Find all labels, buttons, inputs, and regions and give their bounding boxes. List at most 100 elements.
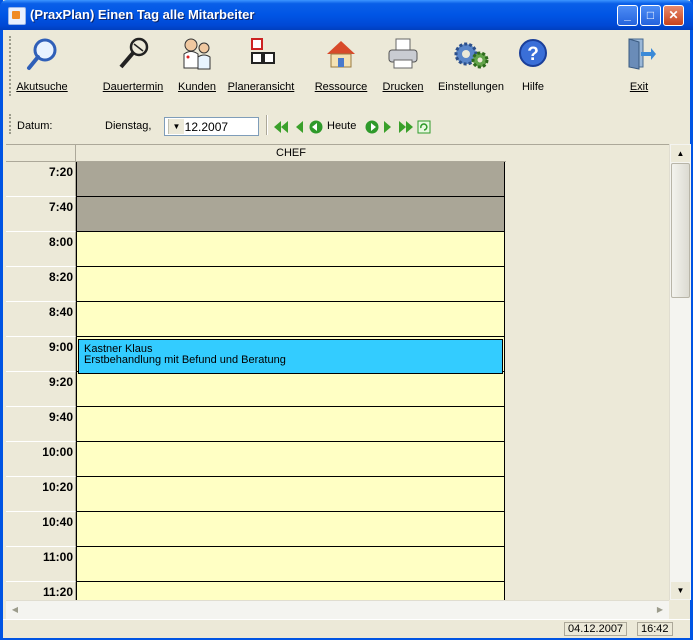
house-icon	[323, 36, 359, 72]
toolbar-planeransicht-button[interactable]: Planeransicht	[221, 36, 301, 93]
time-slot[interactable]	[76, 162, 505, 197]
next-day-button[interactable]	[383, 120, 393, 134]
time-slot[interactable]	[76, 582, 505, 601]
time-label: 11:00	[6, 547, 76, 582]
circle-arrow-right-icon	[365, 120, 379, 134]
maximize-button[interactable]: □	[640, 5, 661, 26]
time-label: 9:40	[6, 407, 76, 442]
time-label: 8:00	[6, 232, 76, 267]
main-toolbar: Akutsuche Dauertermin Kunden Planeransic…	[3, 30, 690, 108]
time-slot[interactable]	[76, 442, 505, 477]
help-icon: ?	[515, 36, 551, 72]
arrow-down-icon: ▼	[676, 586, 685, 595]
weekday-label: Dienstag,	[105, 120, 152, 132]
time-label: 10:00	[6, 442, 76, 477]
column-header-chef[interactable]: CHEF	[76, 145, 507, 162]
magnifier-icon	[24, 36, 60, 72]
toolbar-label: Dauertermin	[102, 81, 164, 93]
appointment-description: Erstbehandlung mit Befund und Beratung	[84, 354, 286, 366]
time-label: 10:40	[6, 512, 76, 547]
time-slot[interactable]	[76, 232, 505, 267]
time-slot[interactable]	[76, 267, 505, 302]
time-slot[interactable]	[76, 477, 505, 512]
toolbar-ressource-button[interactable]: Ressource	[308, 36, 374, 93]
toolbar-label: Hilfe	[521, 81, 544, 93]
toolbar-einstellungen-button[interactable]: Einstellungen	[433, 36, 509, 93]
time-slot[interactable]	[76, 512, 505, 547]
toolbar-kunden-button[interactable]: Kunden	[175, 36, 219, 93]
status-time: 16:42	[637, 622, 673, 636]
toolbar-label: Kunden	[178, 81, 216, 93]
date-label: Datum:	[17, 120, 53, 132]
people-icon	[179, 36, 215, 72]
minimize-button[interactable]: _	[617, 5, 638, 26]
toolbar-label: Ressource	[314, 81, 368, 93]
first-day-button[interactable]	[273, 120, 289, 134]
arrow-left-icon	[296, 121, 303, 133]
time-slot[interactable]	[76, 197, 505, 232]
time-slot[interactable]	[76, 372, 505, 407]
arrow-up-icon: ▲	[676, 149, 685, 158]
circle-arrow-left-icon	[309, 120, 323, 134]
exit-door-icon	[621, 36, 657, 72]
minimize-icon: _	[624, 8, 631, 22]
title-bar[interactable]: (PraxPlan) Einen Tag alle Mitarbeiter _ …	[0, 0, 693, 30]
refresh-icon	[417, 120, 431, 134]
toolbar-label: Planeransicht	[227, 81, 295, 93]
svg-text:?: ?	[527, 44, 539, 65]
pen-icon	[115, 36, 151, 72]
vertical-scrollbar[interactable]: ▲ ▼	[669, 144, 691, 600]
main-window: (PraxPlan) Einen Tag alle Mitarbeiter _ …	[0, 0, 693, 640]
date-picker[interactable]: 04.12.2007 ▼	[164, 117, 259, 136]
toolbar-exit-button[interactable]: Exit	[617, 36, 661, 93]
scroll-left-button[interactable]: ◀	[7, 602, 23, 618]
navbar-grip[interactable]	[9, 114, 14, 134]
status-date: 04.12.2007	[564, 622, 628, 636]
arrow-right-icon	[384, 121, 391, 133]
maximize-icon: □	[646, 8, 655, 22]
date-navigation-bar: Datum: Dienstag, 04.12.2007 ▼ Heute	[3, 110, 690, 138]
scroll-up-button[interactable]: ▲	[671, 145, 690, 162]
previous-day-button[interactable]	[294, 120, 304, 134]
back-button[interactable]	[309, 120, 323, 134]
close-icon: ✕	[668, 8, 679, 22]
time-slot[interactable]	[76, 302, 505, 337]
time-label: 9:00	[6, 337, 76, 372]
toolbar-hilfe-button[interactable]: ? Hilfe	[511, 36, 555, 93]
scroll-down-button[interactable]: ▼	[671, 582, 690, 599]
time-slot[interactable]	[76, 407, 505, 442]
double-arrow-right-icon	[399, 121, 413, 133]
toolbar-label: Einstellungen	[437, 81, 505, 93]
time-label: 7:20	[6, 162, 76, 197]
time-slot[interactable]	[76, 547, 505, 582]
navbar-separator	[266, 115, 268, 135]
status-bar: 04.12.2007 16:42	[3, 619, 690, 638]
toolbar-label: Drucken	[382, 81, 424, 93]
toolbar-akutsuche-button[interactable]: Akutsuche	[12, 36, 72, 93]
toolbar-label: Exit	[629, 81, 649, 93]
time-label: 10:20	[6, 477, 76, 512]
gears-icon	[453, 36, 489, 72]
refresh-button[interactable]	[417, 120, 431, 134]
double-arrow-left-icon	[274, 121, 288, 133]
appointment[interactable]: Kastner Klaus Erstbehandlung mit Befund …	[78, 339, 503, 374]
close-button[interactable]: ✕	[663, 5, 684, 26]
last-day-button[interactable]	[398, 120, 414, 134]
empty-area	[506, 145, 669, 601]
horizontal-scrollbar[interactable]: ◀ ▶	[6, 600, 669, 619]
time-label: 8:40	[6, 302, 76, 337]
app-icon	[8, 7, 26, 25]
forward-button[interactable]	[365, 120, 379, 134]
scroll-right-button[interactable]: ▶	[652, 602, 668, 618]
time-label: 7:40	[6, 197, 76, 232]
time-label: 8:20	[6, 267, 76, 302]
time-label: 11:20	[6, 582, 76, 601]
today-button[interactable]: Heute	[327, 120, 356, 132]
toolbar-drucken-button[interactable]: Drucken	[376, 36, 430, 93]
scroll-thumb[interactable]	[671, 163, 690, 298]
window-title: (PraxPlan) Einen Tag alle Mitarbeiter	[30, 7, 255, 22]
chevron-down-icon[interactable]: ▼	[168, 119, 184, 134]
time-label: 9:20	[6, 372, 76, 407]
toolbar-dauertermin-button[interactable]: Dauertermin	[100, 36, 166, 93]
arrow-right-icon: ▶	[656, 605, 664, 614]
